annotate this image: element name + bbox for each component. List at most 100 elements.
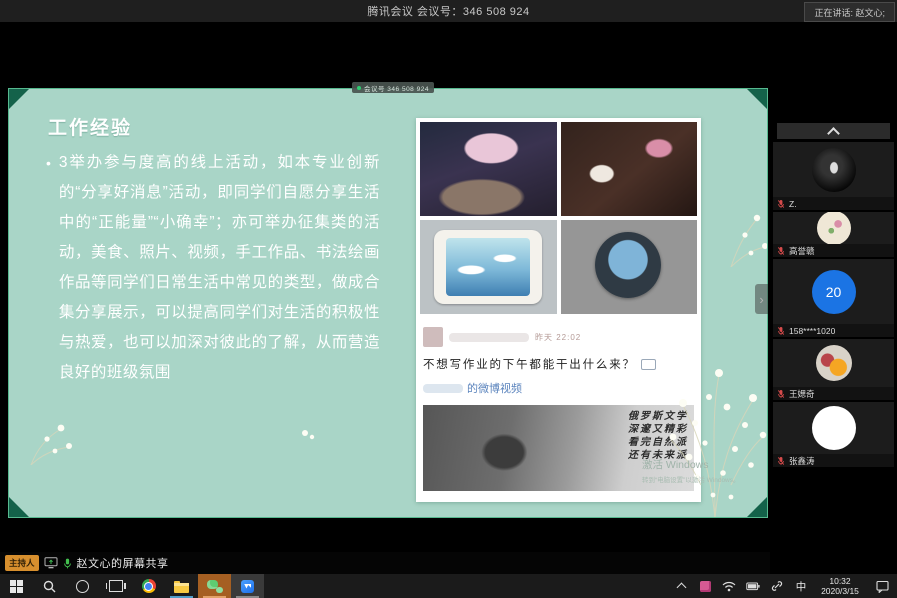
participant-tile[interactable]: 张鑫涛 <box>773 402 894 467</box>
muted-mic-icon <box>777 389 785 399</box>
desktop-screen: 腾讯会议 会议号：346 508 924 正在讲话: 赵文心; 会议号 346 … <box>0 0 897 598</box>
active-mic-icon <box>63 558 72 569</box>
activate-windows-watermark: 激活 Windows 转到“电脑设置”以激活 Windows。 <box>642 457 740 484</box>
tencent-meeting-button[interactable] <box>231 574 264 598</box>
avatar <box>773 212 894 244</box>
post-link-text: 的微博视频 <box>467 380 522 396</box>
participant-name-bar: 高誉赣 <box>773 244 894 257</box>
participant-name-bar: Z. <box>773 197 894 210</box>
photo-laptop-art <box>420 122 557 216</box>
meeting-title-bar[interactable]: 腾讯会议 会议号：346 508 924 <box>0 0 897 22</box>
tin-shape <box>595 232 661 298</box>
host-badge: 主持人 <box>5 555 39 571</box>
participants-sidebar: Z. 高誉赣 20 <box>770 22 897 552</box>
flower-sprig-decoration <box>21 419 77 465</box>
battery-icon <box>746 582 760 591</box>
coaster-shape <box>434 230 542 304</box>
connected-device-button[interactable] <box>765 574 789 598</box>
participants-collapse-button[interactable] <box>777 123 890 139</box>
slide-corner-decoration <box>9 497 29 517</box>
clock-time: 10:32 <box>813 576 867 586</box>
participant-tile[interactable]: 20 158****1020 <box>773 259 894 337</box>
flower-sprig-decoration <box>721 209 768 267</box>
cortana-button[interactable] <box>66 574 99 598</box>
system-tray: 中 10:32 2020/3/15 <box>669 574 897 598</box>
photo-round-tin <box>561 220 698 314</box>
muted-mic-icon <box>777 456 785 466</box>
slide-title: 工作经验 <box>48 113 132 140</box>
post-username-blurred <box>449 333 529 342</box>
participant-tile[interactable]: Z. <box>773 142 894 210</box>
participant-tile[interactable]: 王媤奇 <box>773 339 894 400</box>
windows-logo-icon <box>10 580 23 593</box>
muted-mic-icon <box>777 199 785 209</box>
wechat-button[interactable] <box>198 574 231 598</box>
share-status-text: 赵文心的屏幕共享 <box>77 555 169 571</box>
participant-tile[interactable]: 高誉赣 <box>773 212 894 257</box>
cortana-icon <box>76 580 89 593</box>
slide-bullet-text: 3举办参与度高的线上活动，如本专业创新的“分享好消息”活动，即同学们自愿分享生活… <box>59 148 380 388</box>
link-blurred-part <box>423 384 463 393</box>
slide-image-collage: 昨天 22:02 不想写作业的下午都能干出什么来？ 的微博视频 俄罗斯文学 深邃… <box>416 118 701 502</box>
network-button[interactable] <box>717 574 741 598</box>
wifi-icon <box>722 581 736 592</box>
chevron-right-icon: › <box>759 292 763 307</box>
slide-bullet: • 3举办参与度高的线上活动，如本专业创新的“分享好消息”活动，即同学们自愿分享… <box>46 148 380 388</box>
taskbar-apps <box>0 574 264 598</box>
watermark-line1: 激活 Windows <box>642 457 740 472</box>
photo-grid <box>420 122 697 314</box>
avatar: 20 <box>773 259 894 324</box>
ime-label: 中 <box>796 579 807 594</box>
chrome-button[interactable] <box>132 574 165 598</box>
start-button[interactable] <box>0 574 33 598</box>
flower-sprig-decoration <box>661 345 768 518</box>
file-explorer-button[interactable] <box>165 574 198 598</box>
battery-button[interactable] <box>741 574 765 598</box>
post-header: 昨天 22:02 <box>423 327 694 347</box>
screen-share-icon <box>44 557 58 569</box>
action-center-icon <box>876 580 889 593</box>
participant-name: 高誉赣 <box>789 245 815 257</box>
tray-overflow-button[interactable] <box>669 574 693 598</box>
participant-name-bar: 158****1020 <box>773 324 894 337</box>
search-button[interactable] <box>33 574 66 598</box>
photo-table-cups <box>561 122 698 216</box>
task-view-button[interactable] <box>99 574 132 598</box>
recording-dot-icon <box>357 86 361 90</box>
bullet-marker: • <box>46 148 51 388</box>
avatar <box>773 402 894 454</box>
tencent-meeting-icon <box>241 580 254 593</box>
meeting-id-pill-text: 会议号 346 508 924 <box>364 83 429 93</box>
tray-app-icon <box>700 581 711 592</box>
post-video-link: 的微博视频 <box>423 380 694 396</box>
link-icon <box>771 580 783 592</box>
ime-button[interactable]: 中 <box>789 574 813 598</box>
avatar <box>773 142 894 197</box>
meeting-id-pill[interactable]: 会议号 346 508 924 <box>352 82 434 93</box>
participant-name: Z. <box>789 199 797 209</box>
wave-painting <box>446 238 530 296</box>
taskbar-clock[interactable]: 10:32 2020/3/15 <box>813 576 867 596</box>
meeting-title: 腾讯会议 会议号：346 508 924 <box>367 3 529 19</box>
slide-corner-decoration <box>747 89 767 109</box>
search-icon <box>43 580 56 593</box>
avatar-initials: 20 <box>826 284 842 300</box>
shared-slide: 工作经验 • 3举办参与度高的线上活动，如本专业创新的“分享好消息”活动，即同学… <box>8 88 768 518</box>
tray-app-button[interactable] <box>693 574 717 598</box>
share-status-bar: 主持人 赵文心的屏幕共享 <box>0 552 770 574</box>
photo-coaster-wave <box>420 220 557 314</box>
wechat-icon <box>207 580 223 593</box>
participant-name-bar: 张鑫涛 <box>773 454 894 467</box>
speaking-indicator-text: 正在讲话: 赵文心; <box>814 6 885 19</box>
participant-name: 张鑫涛 <box>789 455 815 467</box>
action-center-button[interactable] <box>867 574 897 598</box>
participant-name: 王媤奇 <box>789 388 815 400</box>
task-view-icon <box>109 580 123 592</box>
speaking-indicator: 正在讲话: 赵文心; <box>804 2 895 22</box>
avatar <box>773 339 894 387</box>
post-content: 不想写作业的下午都能干出什么来？ <box>423 356 694 372</box>
chevron-up-icon <box>827 127 840 140</box>
post-timestamp: 昨天 22:02 <box>535 332 581 343</box>
muted-mic-icon <box>777 326 785 336</box>
sidebar-collapse-handle[interactable]: › <box>755 284 768 314</box>
